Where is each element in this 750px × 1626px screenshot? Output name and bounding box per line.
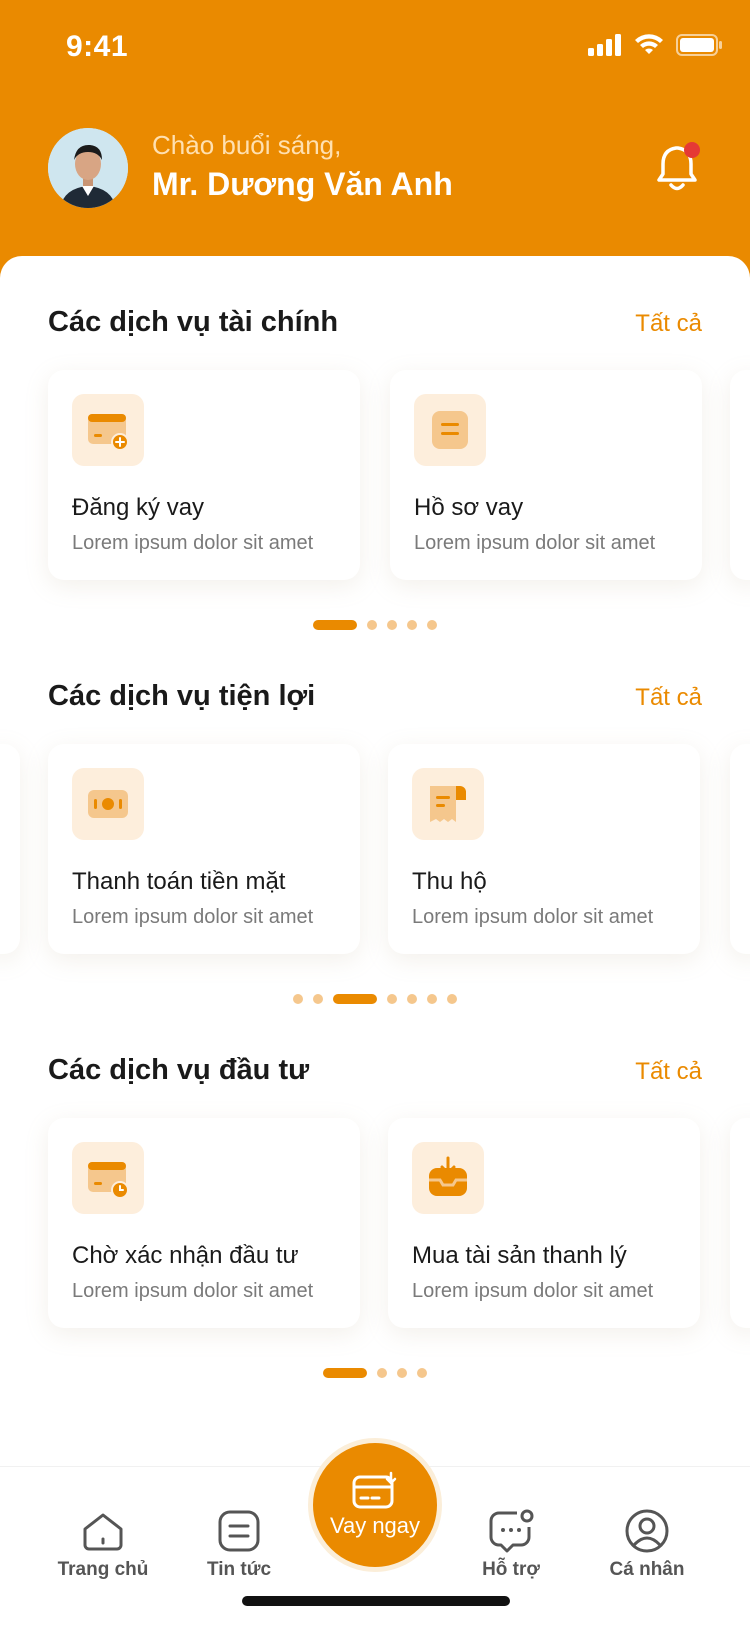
notification-button[interactable] bbox=[654, 140, 704, 194]
loan-card-icon bbox=[352, 1471, 397, 1509]
user-name: Mr. Dương Văn Anh bbox=[152, 166, 453, 202]
see-all-convenience-link[interactable]: Tất cả bbox=[635, 684, 702, 712]
pager-dot-active[interactable] bbox=[323, 1368, 367, 1378]
pager-dot[interactable] bbox=[447, 994, 457, 1004]
inbox-download-icon bbox=[429, 1156, 467, 1196]
status-icons bbox=[588, 34, 722, 56]
section-title-investment: Các dịch vụ đầu tư bbox=[48, 1054, 310, 1086]
see-all-finance-link[interactable]: Tất cả bbox=[635, 310, 702, 338]
card-desc: Lorem ipsum dolor sit amet bbox=[72, 532, 314, 554]
tab-news[interactable]: Tin tức bbox=[174, 1507, 304, 1581]
pager-dot[interactable] bbox=[397, 1368, 407, 1378]
cash-icon bbox=[88, 790, 128, 818]
card-clock-icon-box bbox=[72, 1142, 144, 1214]
loan-now-label: Vay ngay bbox=[329, 1513, 421, 1538]
tab-news-label: Tin tức bbox=[206, 1559, 272, 1580]
pager-dot[interactable] bbox=[427, 994, 437, 1004]
tab-home-label: Trang chủ bbox=[57, 1559, 149, 1580]
document-icon-box bbox=[414, 394, 486, 466]
pager-dot[interactable] bbox=[377, 1368, 387, 1378]
pager-investment bbox=[323, 1368, 427, 1378]
tab-home[interactable]: Trang chủ bbox=[38, 1507, 168, 1581]
tab-profile-label: Cá nhân bbox=[609, 1559, 685, 1580]
pager-dot[interactable] bbox=[427, 620, 437, 630]
section-title-convenience: Các dịch vụ tiện lợi bbox=[48, 680, 316, 712]
card-desc: Lorem ipsum dolor sit amet bbox=[72, 906, 314, 928]
pager-dot[interactable] bbox=[293, 994, 303, 1004]
pager-dot[interactable] bbox=[407, 620, 417, 630]
user-photo bbox=[48, 128, 128, 208]
card-add-icon bbox=[88, 414, 129, 451]
cash-icon-box bbox=[72, 768, 144, 840]
news-icon bbox=[218, 1510, 260, 1552]
card-title: Thanh toán tiền mặt bbox=[72, 868, 286, 895]
card-clock-icon bbox=[88, 1162, 129, 1199]
service-card-investment-pending[interactable]: Chờ xác nhận đầu tư Lorem ipsum dolor si… bbox=[48, 1118, 360, 1328]
service-card-cash-payment[interactable]: Thanh toán tiền mặt Lorem ipsum dolor si… bbox=[48, 744, 360, 954]
inbox-download-icon-box bbox=[412, 1142, 484, 1214]
card-desc: Lorem ipsum dolor sit amet bbox=[414, 532, 656, 554]
service-card-collection[interactable]: Thu hộ Lorem ipsum dolor sit amet bbox=[388, 744, 700, 954]
receipt-icon-box bbox=[412, 768, 484, 840]
section-title-finance: Các dịch vụ tài chính bbox=[48, 306, 339, 338]
service-card-loan-profile[interactable]: Hồ sơ vay Lorem ipsum dolor sit amet bbox=[390, 370, 702, 580]
tab-support[interactable]: Hỗ trợ bbox=[446, 1507, 576, 1581]
header: 9:41 Chào buổi sáng, Mr. Dương Văn Anh bbox=[0, 0, 750, 290]
greeting-text: Chào buổi sáng, bbox=[152, 130, 342, 160]
bell-icon bbox=[657, 142, 700, 191]
prev-card-peek[interactable] bbox=[0, 744, 20, 954]
card-title: Đăng ký vay bbox=[72, 494, 205, 521]
pager-finance bbox=[313, 620, 437, 630]
pager-dot-active[interactable] bbox=[333, 994, 377, 1004]
card-add-icon-box bbox=[72, 394, 144, 466]
status-bar: 9:41 bbox=[0, 0, 750, 96]
pager-dot[interactable] bbox=[387, 994, 397, 1004]
card-title: Hồ sơ vay bbox=[414, 494, 524, 521]
next-card-peek[interactable] bbox=[730, 744, 750, 954]
signal-icon bbox=[588, 34, 621, 56]
status-time: 9:41 bbox=[66, 30, 129, 63]
loan-now-button[interactable]: Vay ngay bbox=[308, 1438, 442, 1572]
battery-icon bbox=[676, 34, 722, 56]
card-desc: Lorem ipsum dolor sit amet bbox=[412, 1280, 654, 1302]
pager-dot[interactable] bbox=[407, 994, 417, 1004]
pager-dot[interactable] bbox=[313, 994, 323, 1004]
profile-icon bbox=[625, 1509, 669, 1553]
pager-convenience bbox=[293, 994, 457, 1004]
service-card-loan-register[interactable]: Đăng ký vay Lorem ipsum dolor sit amet bbox=[48, 370, 360, 580]
tab-profile[interactable]: Cá nhân bbox=[582, 1507, 712, 1581]
pager-dot[interactable] bbox=[367, 620, 377, 630]
avatar[interactable] bbox=[48, 128, 128, 208]
pager-dot-active[interactable] bbox=[313, 620, 357, 630]
receipt-icon bbox=[430, 786, 466, 822]
service-card-liquidation-assets[interactable]: Mua tài sản thanh lý Lorem ipsum dolor s… bbox=[388, 1118, 700, 1328]
home-indicator bbox=[242, 1596, 510, 1606]
card-title: Chờ xác nhận đầu tư bbox=[72, 1242, 299, 1269]
card-title: Mua tài sản thanh lý bbox=[412, 1242, 627, 1269]
chat-support-icon bbox=[489, 1509, 534, 1553]
card-desc: Lorem ipsum dolor sit amet bbox=[72, 1280, 314, 1302]
document-icon bbox=[432, 411, 468, 449]
card-title: Thu hộ bbox=[412, 868, 487, 895]
see-all-investment-link[interactable]: Tất cả bbox=[635, 1058, 702, 1086]
wifi-icon bbox=[635, 34, 663, 54]
pager-dot[interactable] bbox=[417, 1368, 427, 1378]
home-icon bbox=[83, 1513, 123, 1551]
next-card-peek[interactable] bbox=[730, 1118, 750, 1328]
tab-support-label: Hỗ trợ bbox=[482, 1559, 540, 1580]
notification-badge bbox=[684, 142, 700, 158]
next-card-peek[interactable] bbox=[730, 370, 750, 580]
card-desc: Lorem ipsum dolor sit amet bbox=[412, 906, 654, 928]
pager-dot[interactable] bbox=[387, 620, 397, 630]
